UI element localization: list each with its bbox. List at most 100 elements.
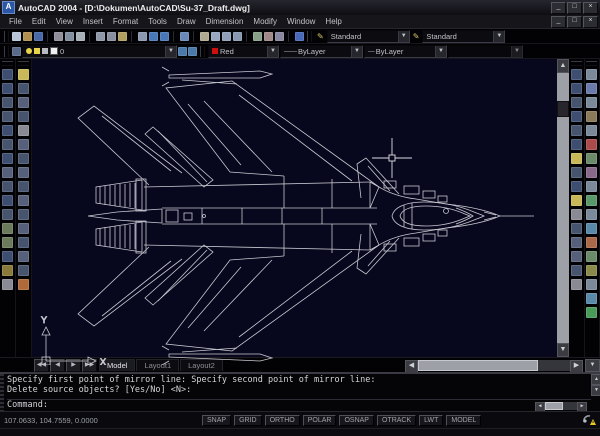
- erase-button[interactable]: [18, 69, 29, 80]
- color-combo[interactable]: Red ▼: [208, 45, 279, 58]
- copy-button[interactable]: [107, 32, 116, 41]
- explode-button[interactable]: [18, 279, 29, 290]
- dim-angular-button[interactable]: [571, 139, 582, 150]
- toolbar-grip[interactable]: [586, 61, 597, 66]
- spelling-button[interactable]: [76, 32, 85, 41]
- scroll-left-icon[interactable]: ◀: [535, 402, 545, 412]
- open-button[interactable]: [23, 32, 32, 41]
- trim-button[interactable]: [18, 195, 29, 206]
- break-at-point-button[interactable]: [18, 223, 29, 234]
- scroll-down-icon[interactable]: ▼: [591, 385, 600, 396]
- doc-restore-button[interactable]: □: [567, 16, 582, 28]
- polyline-button[interactable]: [2, 97, 13, 108]
- text-style-combo[interactable]: Standard ▼: [327, 30, 410, 43]
- snap-toggle[interactable]: SNAP: [202, 415, 231, 426]
- close-button[interactable]: ×: [583, 2, 598, 14]
- rotate-button[interactable]: [18, 153, 29, 164]
- vertical-scroll-thumb[interactable]: [557, 101, 569, 117]
- dim-linear-button[interactable]: [571, 69, 582, 80]
- doc-minimize-button[interactable]: _: [551, 16, 566, 28]
- rectangle-button[interactable]: [2, 125, 13, 136]
- chevron-down-icon[interactable]: ▼: [351, 46, 362, 57]
- array-button[interactable]: [18, 125, 29, 136]
- otrack-toggle[interactable]: OTRACK: [377, 415, 416, 426]
- torus-button[interactable]: [586, 139, 597, 150]
- scroll-right-icon[interactable]: ▶: [570, 360, 583, 373]
- menu-help[interactable]: Help: [320, 17, 346, 26]
- scroll-up-icon[interactable]: ▲: [591, 374, 600, 385]
- section-button[interactable]: [586, 195, 597, 206]
- dim-edit-button[interactable]: [571, 237, 582, 248]
- box-button[interactable]: [586, 69, 597, 80]
- scroll-up-icon[interactable]: ▲: [557, 59, 569, 73]
- dim-diameter-button[interactable]: [571, 125, 582, 136]
- dim-text-edit-button[interactable]: [571, 251, 582, 262]
- menu-window[interactable]: Window: [282, 17, 320, 26]
- union-button[interactable]: [586, 223, 597, 234]
- dim-update-button[interactable]: [571, 265, 582, 276]
- linetype-combo[interactable]: —— ByLayer ▼: [280, 45, 363, 58]
- interfere-button[interactable]: [586, 209, 597, 220]
- revolve-button[interactable]: [586, 167, 597, 178]
- line-button[interactable]: [2, 69, 13, 80]
- move-button[interactable]: [18, 139, 29, 150]
- command-prompt[interactable]: Command:: [7, 400, 48, 411]
- break-button[interactable]: [18, 237, 29, 248]
- dim-radius-button[interactable]: [571, 111, 582, 122]
- offset-button[interactable]: [18, 111, 29, 122]
- mirror-button[interactable]: [18, 97, 29, 108]
- communication-center-icon[interactable]: [582, 414, 596, 426]
- stretch-button[interactable]: [18, 181, 29, 192]
- paste-button[interactable]: [118, 32, 127, 41]
- zoom-previous-button[interactable]: [233, 32, 242, 41]
- menu-file[interactable]: File: [4, 17, 27, 26]
- osnap-toggle[interactable]: OSNAP: [339, 415, 374, 426]
- sphere-button[interactable]: [586, 83, 597, 94]
- toolbar-grip[interactable]: [18, 61, 29, 66]
- scale-button[interactable]: [18, 167, 29, 178]
- tool-palettes-button[interactable]: [275, 32, 284, 41]
- pan-realtime-button[interactable]: [200, 32, 209, 41]
- menu-modify[interactable]: Modify: [248, 17, 282, 26]
- dim-ordinate-button[interactable]: [571, 97, 582, 108]
- model-toggle[interactable]: MODEL: [446, 415, 481, 426]
- minimize-button[interactable]: _: [551, 2, 566, 14]
- dim-continue-button[interactable]: [571, 181, 582, 192]
- dim-baseline-button[interactable]: [571, 167, 582, 178]
- menu-format[interactable]: Format: [108, 17, 143, 26]
- chevron-down-icon[interactable]: ▼: [493, 31, 504, 42]
- chevron-down-icon[interactable]: ▼: [165, 46, 176, 57]
- plot-preview-button[interactable]: [65, 32, 74, 41]
- doc-close-button[interactable]: ×: [583, 16, 598, 28]
- insert-hyperlink-button[interactable]: [180, 32, 189, 41]
- offset-faces-button[interactable]: [586, 293, 597, 304]
- extrude-button[interactable]: [586, 153, 597, 164]
- extend-button[interactable]: [18, 209, 29, 220]
- ellipse-arc-button[interactable]: [2, 209, 13, 220]
- layer-combo[interactable]: 0 ▼: [22, 45, 177, 58]
- scroll-corner-button[interactable]: ▼: [585, 359, 600, 372]
- styles-toolbar-grip[interactable]: [307, 31, 312, 42]
- mtext-button[interactable]: [2, 279, 13, 290]
- chevron-down-icon[interactable]: ▼: [511, 46, 522, 57]
- chevron-down-icon[interactable]: ▼: [267, 46, 278, 57]
- command-vertical-scrollbar[interactable]: ▲ ▼: [591, 374, 600, 411]
- scroll-down-icon[interactable]: ▼: [557, 343, 569, 357]
- delete-faces-button[interactable]: [586, 307, 597, 318]
- point-button[interactable]: [2, 251, 13, 262]
- layers-toolbar-grip[interactable]: [4, 46, 9, 57]
- make-block-button[interactable]: [2, 237, 13, 248]
- toolbar-grip[interactable]: [4, 31, 9, 42]
- fillet-button[interactable]: [18, 265, 29, 276]
- insert-block-button[interactable]: [2, 223, 13, 234]
- dim-style-button[interactable]: [571, 279, 582, 290]
- properties-button[interactable]: [253, 32, 262, 41]
- chevron-down-icon[interactable]: ▼: [398, 31, 409, 42]
- zoom-realtime-button[interactable]: [211, 32, 220, 41]
- circle-button[interactable]: [2, 153, 13, 164]
- lwt-toggle[interactable]: LWT: [419, 415, 443, 426]
- chamfer-button[interactable]: [18, 251, 29, 262]
- spline-button[interactable]: [2, 181, 13, 192]
- new-button[interactable]: [12, 32, 21, 41]
- undo-button[interactable]: [149, 32, 158, 41]
